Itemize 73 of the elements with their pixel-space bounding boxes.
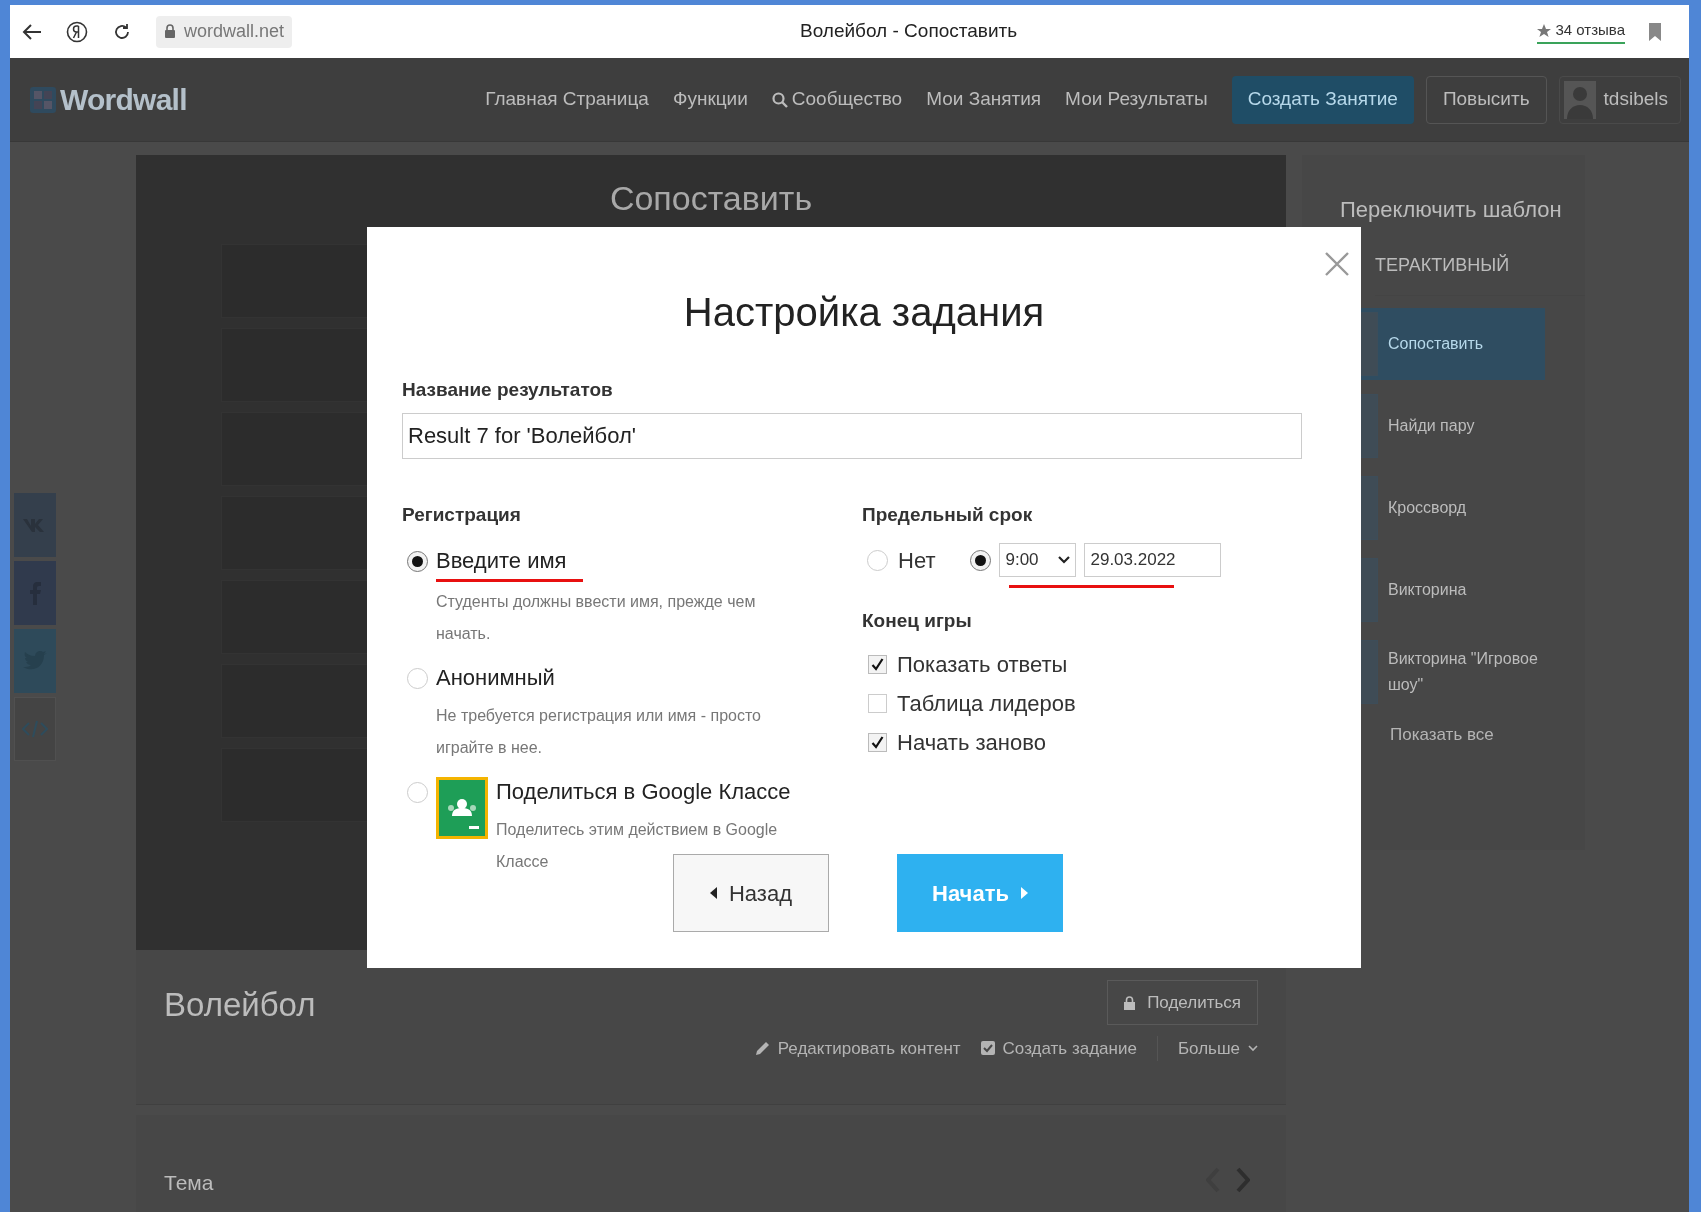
username: tdsibels xyxy=(1603,87,1668,112)
section-label: ТЕРАКТИВНЫЙ xyxy=(1375,252,1585,296)
show-all-link[interactable]: Показать все xyxy=(1390,722,1494,748)
share-button[interactable]: Поделиться xyxy=(1107,980,1258,1025)
option-label[interactable]: Введите имя xyxy=(436,543,583,582)
results-name-field[interactable]: Result 7 for 'Волейбол' xyxy=(402,412,1302,459)
code-icon xyxy=(22,720,48,738)
action-link[interactable]: Создать задание xyxy=(980,1035,1137,1061)
nav-link[interactable]: Функции xyxy=(672,85,748,114)
nav-link[interactable]: Мои Результаты xyxy=(1065,85,1208,114)
date-field[interactable]: 29.03.2022 xyxy=(1084,543,1222,577)
checkbox[interactable] xyxy=(868,654,887,674)
results-name-label: Название результатов xyxy=(402,378,613,402)
game-end-label: Конец игры xyxy=(862,609,972,633)
option-label[interactable]: Поделиться в Google Классе xyxy=(496,774,791,810)
address-bar[interactable]: wordwall.net xyxy=(156,15,293,48)
option-label[interactable]: Нет xyxy=(898,543,936,577)
option-description: Студенты должны ввести имя, прежде чем начать. xyxy=(436,592,757,644)
checkbox[interactable] xyxy=(868,693,887,713)
twitter-share-button[interactable] xyxy=(14,629,56,693)
chevron-down-icon xyxy=(1248,1044,1258,1052)
registration-label: Регистрация xyxy=(402,502,521,527)
radio-button[interactable] xyxy=(407,668,428,689)
nav-link[interactable]: Сообщество xyxy=(771,85,903,114)
rating-link[interactable]: 34 отзыва xyxy=(1537,19,1625,44)
close-icon[interactable] xyxy=(1325,252,1349,276)
chevron-down-icon xyxy=(1058,556,1071,564)
embed-button[interactable] xyxy=(14,697,56,761)
time-select[interactable]: 9:00 xyxy=(999,543,1077,577)
create-activity-button[interactable]: Создать Занятие xyxy=(1231,75,1414,124)
radio-button[interactable] xyxy=(867,549,888,571)
radio-button[interactable] xyxy=(407,782,428,803)
back-button[interactable]: Назад xyxy=(673,854,829,932)
caret-left-icon xyxy=(709,887,717,899)
search-icon xyxy=(771,91,788,108)
radio-button[interactable] xyxy=(970,549,992,571)
star-icon xyxy=(1537,23,1552,38)
browser-logo-icon[interactable] xyxy=(66,20,88,43)
caret-right-icon xyxy=(1020,887,1028,899)
page-title: Волейбол - Сопоставить xyxy=(800,19,1018,44)
option-label[interactable]: Показать ответы xyxy=(897,647,1068,681)
user-menu[interactable]: tdsibels xyxy=(1558,75,1681,124)
deadline-label: Предельный срок xyxy=(862,502,1033,527)
nav-link[interactable]: Мои Занятия xyxy=(926,85,1042,114)
lock-icon xyxy=(164,24,176,39)
classroom-logo xyxy=(436,777,488,839)
activity-title: Волейбол xyxy=(164,985,316,1025)
option-label[interactable]: Таблица лидеров xyxy=(897,686,1076,720)
nav-link[interactable]: Главная Страница xyxy=(485,85,649,114)
dialog-title: Настройка задания xyxy=(683,289,1045,336)
avatar-icon xyxy=(1563,80,1596,119)
pencil-icon xyxy=(755,1041,770,1056)
sidebar-heading: Переключить шаблон xyxy=(1340,196,1563,224)
vk-share-button[interactable] xyxy=(14,493,56,557)
facebook-share-button[interactable] xyxy=(14,561,56,625)
logo-icon xyxy=(30,86,56,113)
radio-button[interactable] xyxy=(407,551,428,572)
upgrade-button[interactable]: Повысить xyxy=(1425,75,1547,124)
option-description: Не требуется регистрация или имя - просто играйте в нее. xyxy=(436,706,762,758)
action-link[interactable]: Больше xyxy=(1156,1035,1258,1061)
bookmark-icon[interactable] xyxy=(1649,22,1661,41)
back-arrow-icon[interactable] xyxy=(22,22,42,41)
reload-icon[interactable] xyxy=(112,21,132,42)
logo-text[interactable]: Wordwall xyxy=(60,77,187,122)
checkbox-icon xyxy=(980,1041,995,1056)
action-link[interactable]: Редактировать контент xyxy=(755,1035,961,1061)
option-label[interactable]: Анонимный xyxy=(436,660,555,696)
game-title: Сопоставить xyxy=(609,178,813,219)
lock-icon xyxy=(1124,995,1136,1010)
checkbox[interactable] xyxy=(868,732,887,752)
topic-label: Тема xyxy=(164,1170,214,1196)
option-label[interactable]: Начать заново xyxy=(897,725,1046,759)
url-text: wordwall.net xyxy=(184,20,285,43)
